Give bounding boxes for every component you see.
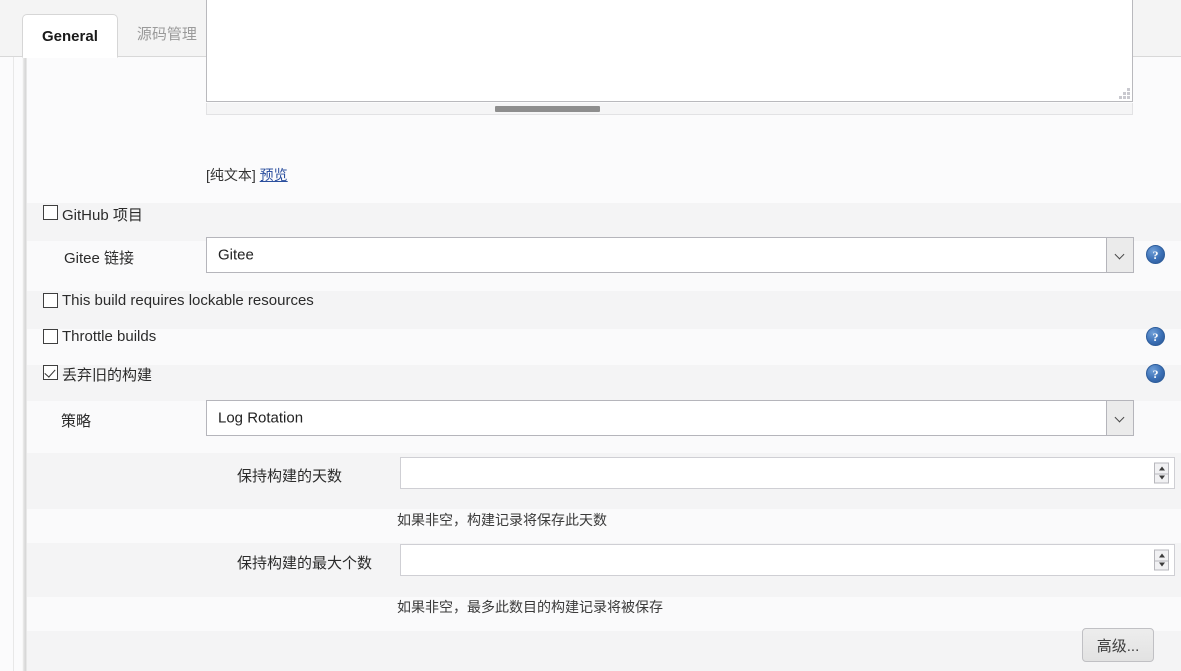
advanced-band <box>27 631 1181 671</box>
throttle-builds-checkbox[interactable] <box>43 329 58 344</box>
lockable-resources-label[interactable]: This build requires lockable resources <box>62 292 314 309</box>
strategy-label: 策略 <box>61 413 92 430</box>
discard-old-builds-band <box>27 365 1181 401</box>
num-to-keep-hint: 如果非空，最多此数目的构建记录将被保存 <box>397 599 663 615</box>
help-icon-glyph: ? <box>1152 366 1159 381</box>
description-textarea[interactable] <box>206 0 1133 102</box>
throttle-builds-help-icon[interactable]: ? <box>1146 327 1165 346</box>
help-icon-glyph: ? <box>1152 247 1159 262</box>
jenkins-job-config-page: General 源码管理 构建触发器 构建环境 Pre Steps Build … <box>0 0 1181 671</box>
form-content: [纯文本] 预览 GitHub 项目 Gitee 链接 Gitee ? This… <box>27 0 1181 671</box>
gitee-link-select[interactable]: Gitee <box>206 237 1134 273</box>
form-left-border <box>13 57 14 671</box>
tab-source-management[interactable]: 源码管理 <box>118 13 216 57</box>
gitee-link-label: Gitee 链接 <box>64 250 135 267</box>
stepper-down-icon[interactable] <box>1155 473 1168 483</box>
preview-link[interactable]: 预览 <box>260 167 288 183</box>
stepper-down-icon[interactable] <box>1155 560 1168 570</box>
description-markup-links: [纯文本] 预览 <box>206 165 288 185</box>
days-to-keep-input[interactable] <box>400 457 1175 489</box>
chevron-down-icon <box>1116 414 1125 423</box>
help-icon-glyph: ? <box>1152 329 1159 344</box>
github-project-band <box>27 203 1181 241</box>
lockable-resources-checkbox[interactable] <box>43 293 58 308</box>
plain-text-label: [纯文本] <box>206 167 256 183</box>
description-textarea-hscrollbar[interactable] <box>206 103 1133 115</box>
config-form-body: [纯文本] 预览 GitHub 项目 Gitee 链接 Gitee ? This… <box>0 0 1181 671</box>
chevron-down-icon <box>1116 251 1125 260</box>
days-to-keep-stepper[interactable] <box>1154 462 1169 484</box>
num-to-keep-label: 保持构建的最大个数 <box>237 555 373 572</box>
discard-old-builds-help-icon[interactable]: ? <box>1146 364 1165 383</box>
textarea-resize-grip-icon[interactable] <box>1118 87 1130 99</box>
days-to-keep-hint: 如果非空，构建记录将保存此天数 <box>397 512 607 528</box>
strategy-select[interactable]: Log Rotation <box>206 400 1134 436</box>
num-to-keep-input[interactable] <box>400 544 1175 576</box>
github-project-label[interactable]: GitHub 项目 <box>62 204 143 225</box>
advanced-button[interactable]: 高级... <box>1082 628 1154 662</box>
github-project-checkbox[interactable] <box>43 205 58 220</box>
throttle-builds-band <box>27 329 1181 365</box>
discard-old-builds-checkbox[interactable] <box>43 365 58 380</box>
tab-general[interactable]: General <box>22 14 118 58</box>
gitee-link-dropdown-arrow[interactable] <box>1106 238 1133 272</box>
num-to-keep-stepper[interactable] <box>1154 549 1169 571</box>
gitee-link-help-icon[interactable]: ? <box>1146 245 1165 264</box>
discard-old-builds-label[interactable]: 丢弃旧的构建 <box>62 364 152 385</box>
scrollbar-thumb[interactable] <box>495 106 600 112</box>
gitee-link-selected-value: Gitee <box>218 246 254 264</box>
strategy-dropdown-arrow[interactable] <box>1106 401 1133 435</box>
throttle-builds-label[interactable]: Throttle builds <box>62 328 156 345</box>
days-to-keep-label: 保持构建的天数 <box>237 468 343 485</box>
description-textarea-wrapper <box>206 0 1133 102</box>
strategy-selected-value: Log Rotation <box>218 409 304 427</box>
